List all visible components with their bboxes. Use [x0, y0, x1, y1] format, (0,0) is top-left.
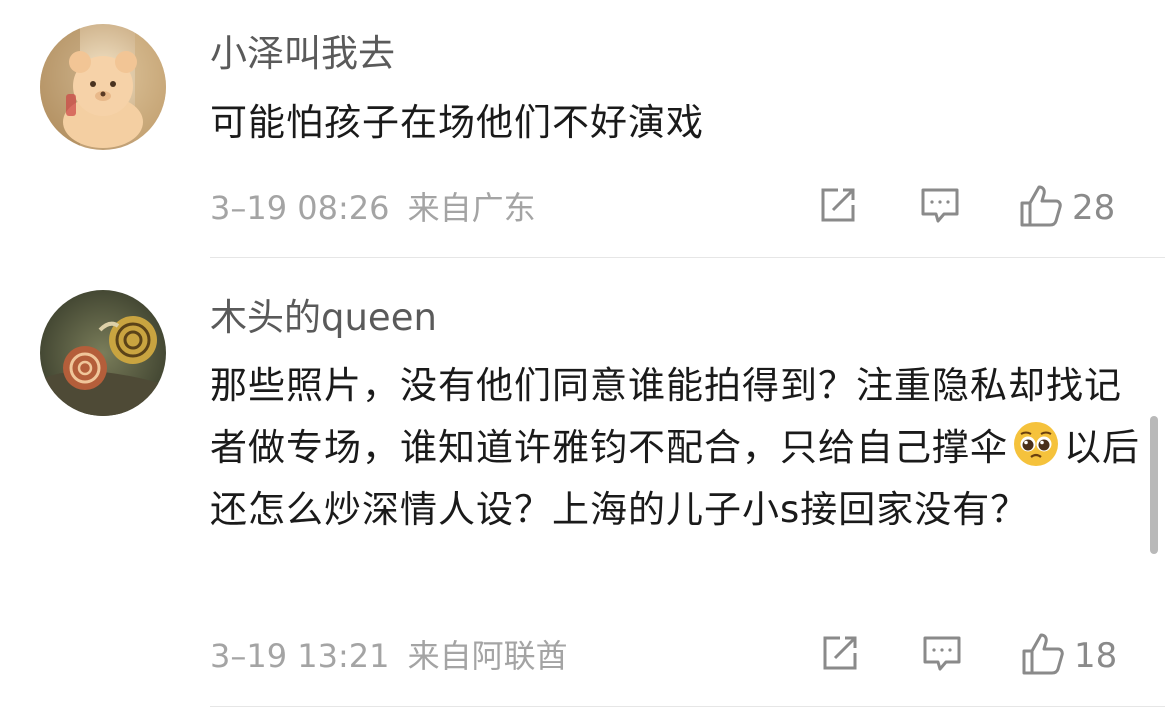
scrollbar[interactable] [1150, 416, 1158, 554]
comment-actions: 28 [810, 183, 1140, 233]
share-icon[interactable] [816, 183, 860, 231]
comment-icon[interactable] [918, 183, 962, 231]
avatar[interactable] [40, 24, 166, 150]
like-icon[interactable] [1018, 183, 1064, 233]
comment-text-part: 那些照片，没有他们同意谁能拍得到？注重隐私却找记者做专场，谁知道许雅钧不配合，只… [210, 364, 1122, 469]
pleading-face-emoji [1012, 420, 1060, 468]
comment-meta: 3–19 13:21 来自阿联酋 [210, 636, 568, 676]
comment-actions: 18 [812, 631, 1142, 681]
username[interactable]: 木头的queen [210, 296, 437, 340]
like-count: 28 [1072, 188, 1116, 228]
comment-icon[interactable] [920, 631, 964, 679]
divider [210, 257, 1165, 258]
username[interactable]: 小泽叫我去 [210, 32, 395, 76]
bear-avatar-image [40, 24, 166, 150]
avatar[interactable] [40, 290, 166, 416]
comment-text-line: 可能怕孩子在场他们不好演戏 [210, 101, 704, 144]
timestamp: 3–19 08:26 [210, 189, 390, 227]
like-count: 18 [1074, 636, 1118, 676]
divider [210, 706, 1165, 707]
comment-meta: 3–19 08:26 来自广东 [210, 188, 536, 228]
like-icon[interactable] [1020, 631, 1066, 681]
snail-avatar-image [40, 290, 166, 416]
share-icon[interactable] [818, 631, 862, 679]
timestamp: 3–19 13:21 [210, 637, 390, 675]
comment-text: 那些照片，没有他们同意谁能拍得到？注重隐私却找记者做专场，谁知道许雅钧不配合，只… [210, 355, 1140, 605]
location: 来自广东 [407, 189, 536, 227]
comment-text: 可能怕孩子在场他们不好演戏 [210, 92, 1140, 154]
location: 来自阿联酋 [407, 637, 568, 675]
